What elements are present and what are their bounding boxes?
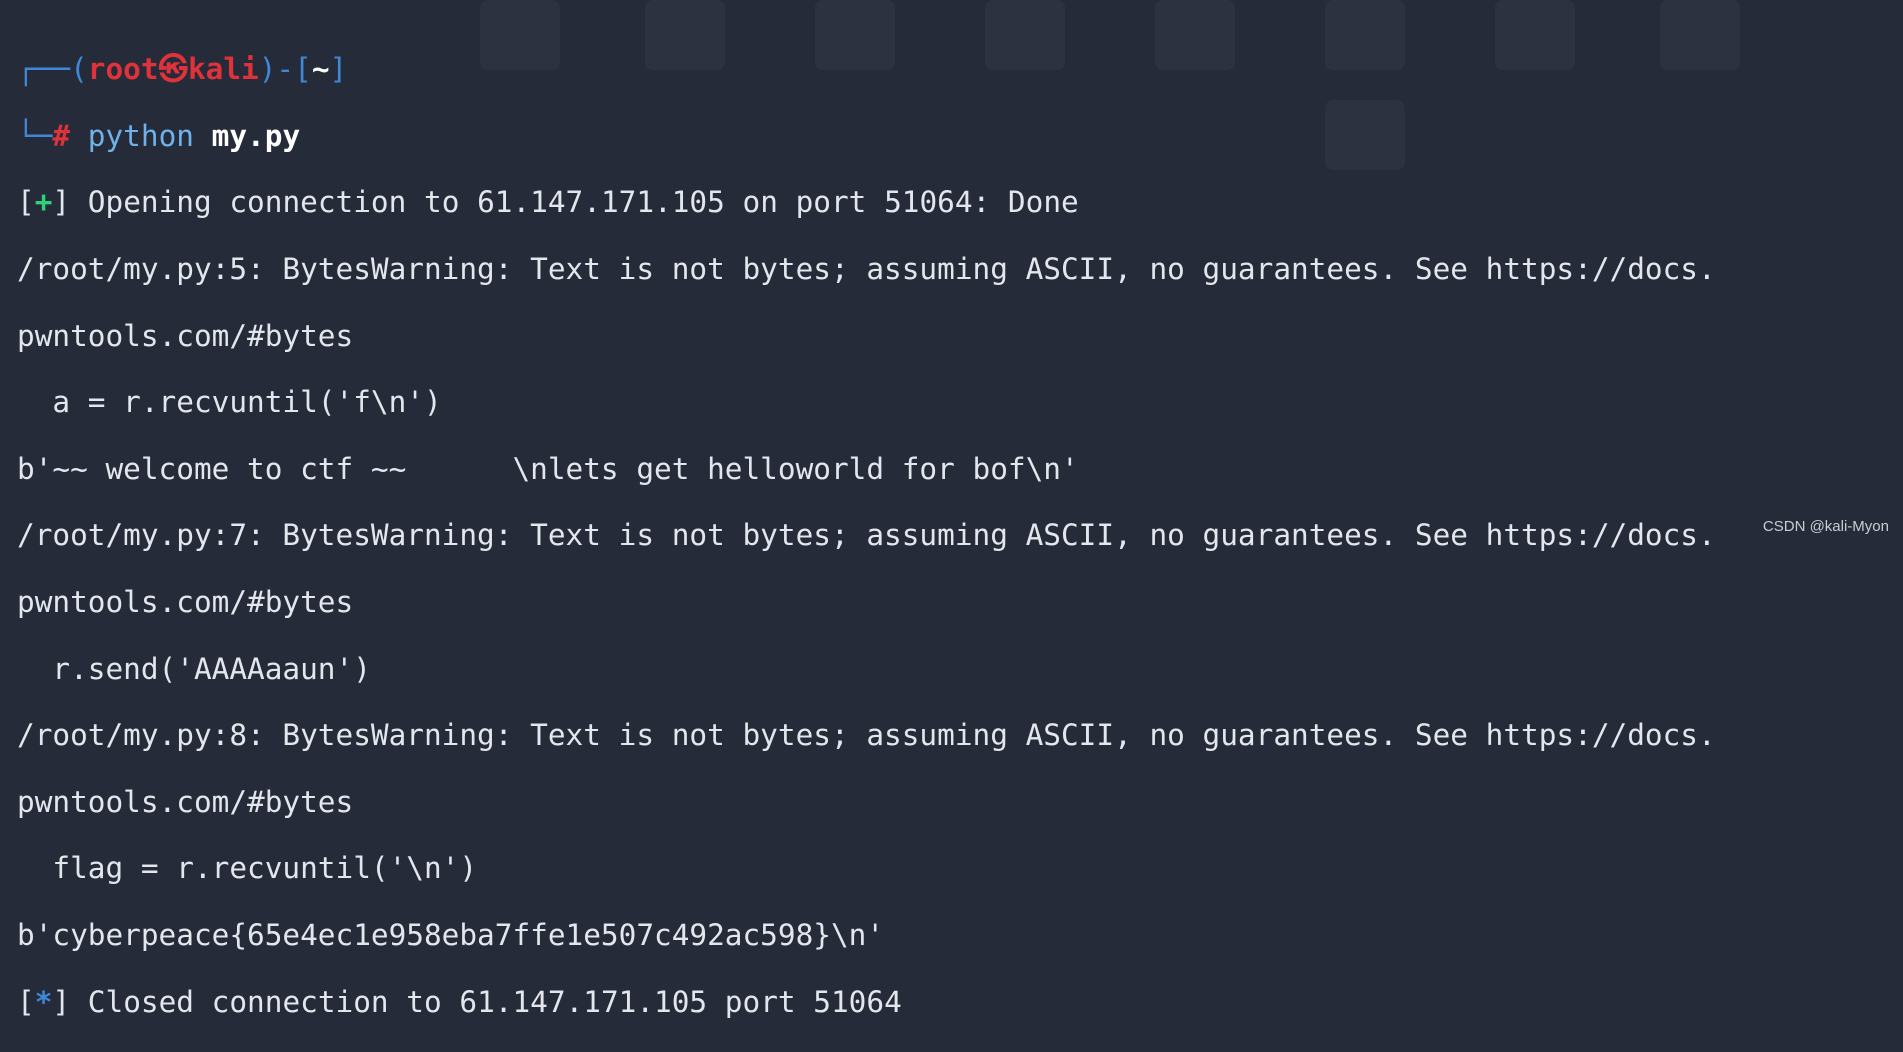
command-line: └─# python my.py — [17, 118, 1903, 153]
prompt-frame: ┌──( — [17, 52, 88, 87]
warning-line-cont: pwntools.com/#bytes — [17, 585, 354, 620]
code-line: a = r.recvuntil('f\n') — [17, 385, 442, 420]
status-bracket: [ — [17, 185, 35, 220]
prompt-cwd: ~ — [311, 52, 330, 87]
warning-line-cont: pwntools.com/#bytes — [17, 318, 354, 353]
warning-line: /root/my.py:5: BytesWarning: Text is not… — [17, 252, 1716, 287]
flag-line: b'cyberpeace{65e4ec1e958eba7ffe1e507c492… — [17, 918, 885, 953]
status-line-open: [+] Opening connection to 61.147.171.105… — [17, 186, 1903, 219]
status-bracket: [ — [17, 984, 35, 1019]
command-name: python — [87, 118, 194, 153]
star-icon: * — [34, 984, 53, 1019]
command-arg: my.py — [211, 118, 301, 153]
prompt-user-host: root㉿kali — [87, 52, 259, 87]
received-data-line: b'~~ welcome to ctf ~~ \nlets get hellow… — [17, 451, 1079, 486]
warning-line-cont: pwntools.com/#bytes — [17, 784, 354, 819]
prompt-frame: └─ — [17, 118, 53, 153]
status-bracket: ] — [52, 185, 71, 220]
plus-icon: + — [34, 185, 53, 220]
watermark: CSDN @kali-Myon — [1762, 518, 1889, 535]
status-text: Closed connection to 61.147.171.105 port… — [70, 984, 902, 1019]
code-line: r.send('AAAAaaun') — [17, 651, 371, 686]
prompt-frame: )-[ — [258, 52, 312, 87]
status-line-close: [*] Closed connection to 61.147.171.105 … — [17, 984, 1903, 1019]
status-text: Opening connection to 61.147.171.105 on … — [70, 185, 1079, 220]
warning-line: /root/my.py:7: BytesWarning: Text is not… — [17, 518, 1716, 553]
code-line: flag = r.recvuntil('\n') — [17, 851, 478, 886]
terminal-output[interactable]: ┌──(root㉿kali)-[~] └─# python my.py [+] … — [0, 0, 1903, 1019]
prompt-header: ┌──(root㉿kali)-[~] — [17, 53, 1903, 86]
prompt-frame: ] — [329, 52, 348, 87]
prompt-hash: # — [52, 118, 71, 153]
warning-line: /root/my.py:8: BytesWarning: Text is not… — [17, 718, 1716, 753]
status-bracket: ] — [52, 984, 71, 1019]
